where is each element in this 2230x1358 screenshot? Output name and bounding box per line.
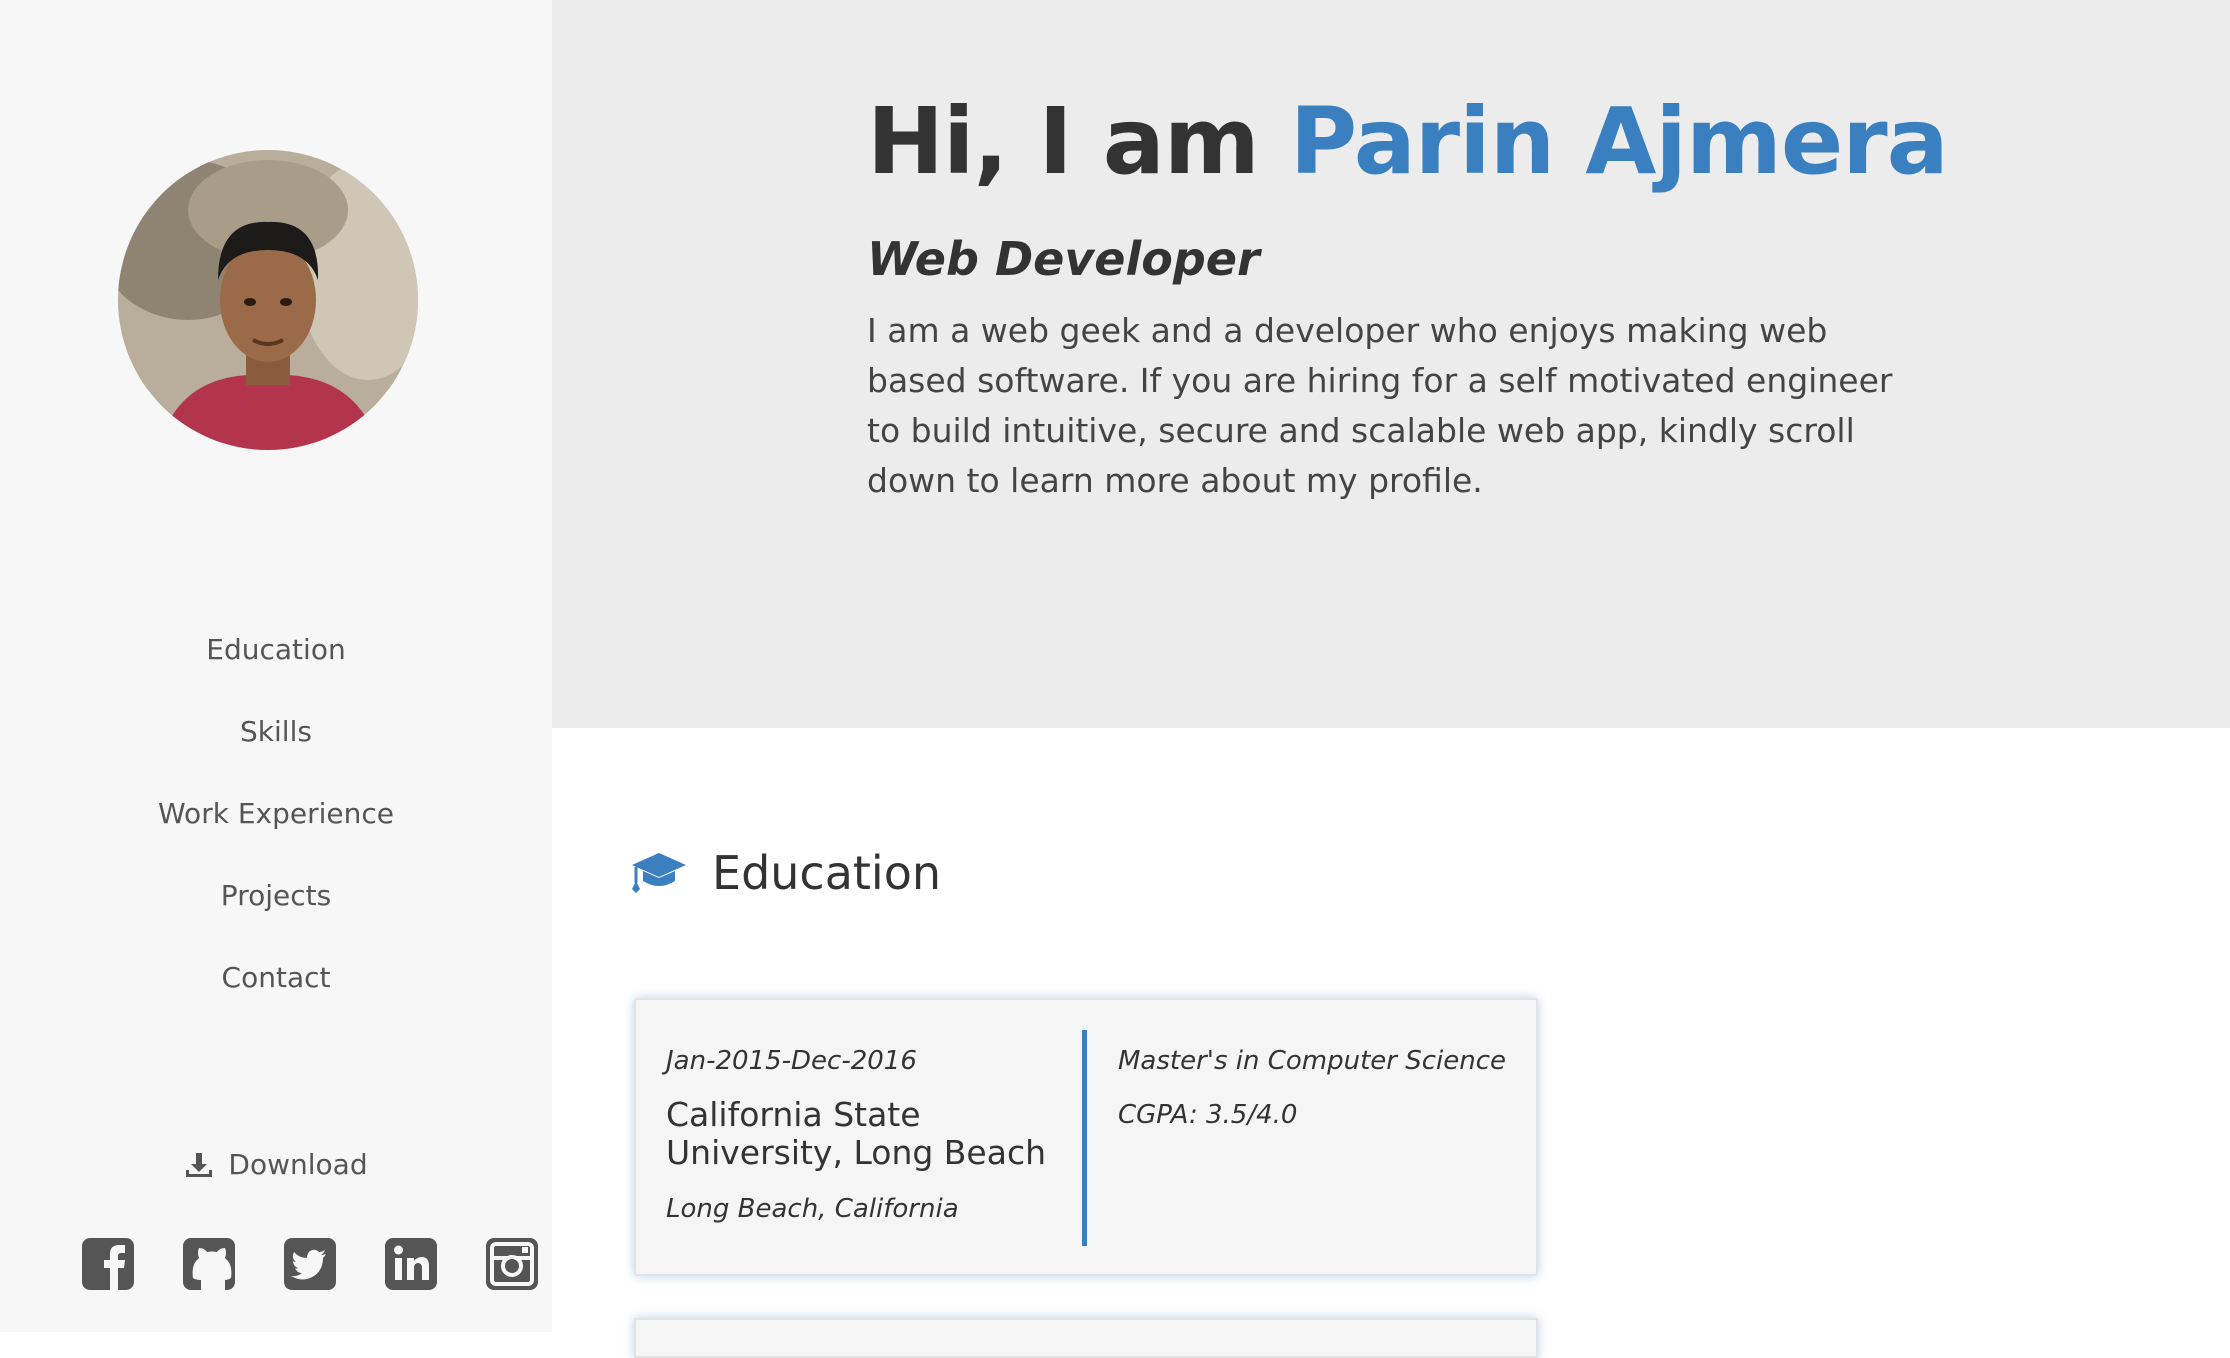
github-icon (183, 1238, 235, 1290)
hero-title: Hi, I am Parin Ajmera (867, 88, 1949, 195)
nav-item-skills[interactable]: Skills (0, 702, 552, 784)
instagram-link[interactable] (484, 1236, 540, 1292)
education-card-next (634, 1318, 1538, 1358)
education-card-left: Jan-2015-Dec-2016 California State Unive… (666, 1046, 1076, 1224)
twitter-link[interactable] (282, 1236, 338, 1292)
education-title: Education (712, 846, 942, 900)
hero-description: I am a web geek and a developer who enjo… (867, 311, 1893, 500)
education-card-right: Master's in Computer Science CGPA: 3.5/4… (1118, 1046, 1518, 1130)
education-location: Long Beach, California (666, 1194, 959, 1224)
download-icon (186, 1152, 213, 1177)
sidebar-nav: Education Skills Work Experience Project… (0, 620, 552, 1030)
education-degree: Master's in Computer Science (1118, 1046, 1507, 1076)
hero-role: Web Developer (867, 232, 1260, 286)
avatar (118, 150, 418, 450)
facebook-link[interactable] (80, 1236, 136, 1292)
education-university: California State University, Long Beach (666, 1095, 1047, 1172)
linkedin-link[interactable] (383, 1236, 439, 1292)
hero-name: Parin Ajmera (1289, 88, 1949, 195)
nav-item-contact[interactable]: Contact (0, 948, 552, 1030)
linkedin-icon (385, 1238, 437, 1290)
social-links (80, 1236, 540, 1292)
instagram-icon (486, 1238, 538, 1290)
profile-photo (118, 150, 418, 450)
nav-item-education[interactable]: Education (0, 620, 552, 702)
hero-section: Hi, I am Parin Ajmera Web Developer I am… (552, 0, 2230, 728)
graduation-cap-icon (632, 853, 686, 893)
github-link[interactable] (181, 1236, 237, 1292)
card-divider (1082, 1030, 1087, 1246)
sidebar: Education Skills Work Experience Project… (0, 0, 552, 1332)
nav-item-projects[interactable]: Projects (0, 866, 552, 948)
download-label: Download (228, 1148, 368, 1181)
facebook-icon (82, 1238, 134, 1290)
education-heading: Education (630, 846, 941, 900)
hero-greeting: Hi, I am (867, 88, 1290, 195)
twitter-icon (284, 1238, 336, 1290)
education-card: Jan-2015-Dec-2016 California State Unive… (634, 998, 1538, 1276)
education-dates: Jan-2015-Dec-2016 (666, 1046, 917, 1076)
download-button[interactable]: Download (0, 1148, 552, 1181)
nav-item-work-experience[interactable]: Work Experience (0, 784, 552, 866)
education-cgpa: CGPA: 3.5/4.0 (1118, 1100, 1298, 1130)
